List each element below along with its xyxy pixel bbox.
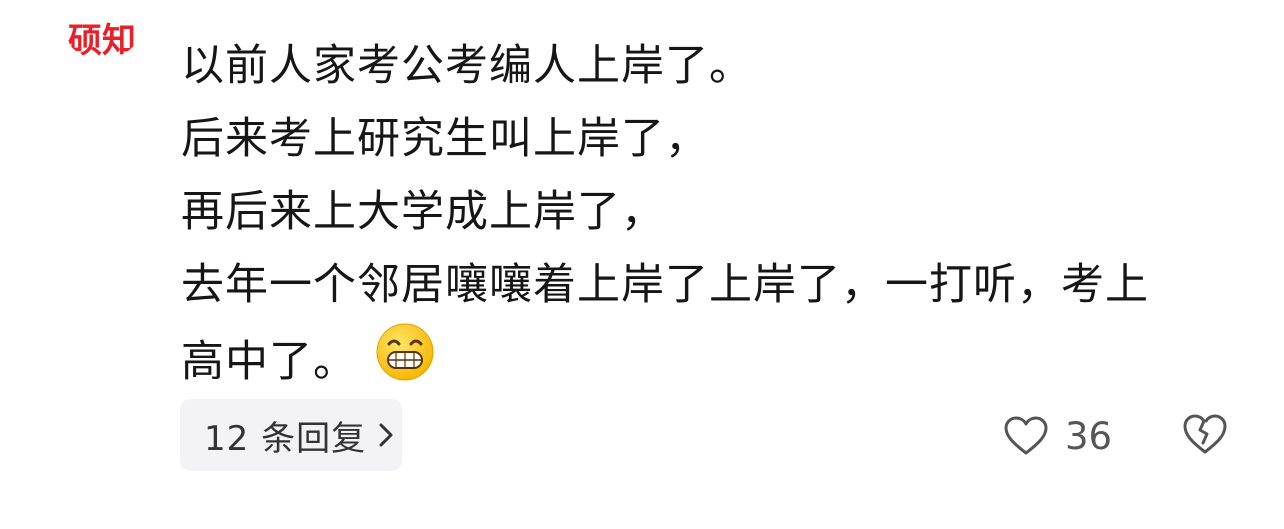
like-button[interactable]: 36 [1003,411,1112,461]
view-replies-button[interactable]: 12 条回复 [180,399,402,471]
comment-line: 后来考上研究生叫上岸了， [181,114,709,164]
comment-last-line: 高中了。 [181,322,1251,399]
comment-text: 以前人家考公考编人上岸了。 后来考上研究生叫上岸了， 再后来上大学成上岸了， 去… [181,30,1251,399]
replies-label: 12 条回复 [204,418,367,459]
chevron-right-icon [379,423,393,447]
broken-heart-icon[interactable] [1182,412,1228,456]
comment-line: 以前人家考公考编人上岸了。 [181,41,753,91]
avatar[interactable]: 硕知 [60,14,144,60]
comment-line: 去年一个邻居嚷嚷着上岸了上岸了，一打听，考上 [181,260,1149,310]
avatar-text: 硕知 [68,21,136,60]
grinning-face-emoji [376,323,434,381]
avatar-logo: 硕知 [60,14,144,60]
like-count: 36 [1065,414,1113,458]
comment-line: 再后来上大学成上岸了， [181,187,665,237]
comment-line: 高中了。 [181,337,357,387]
heart-outline-icon [1004,416,1048,455]
